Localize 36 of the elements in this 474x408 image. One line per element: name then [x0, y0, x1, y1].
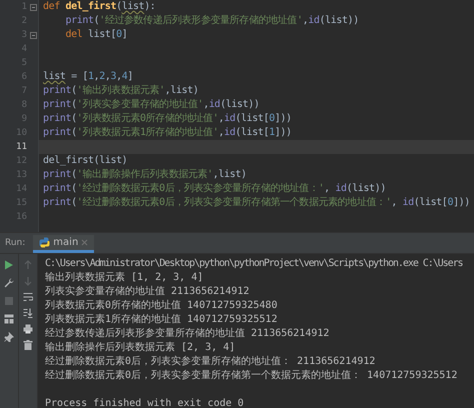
code-line: print('经过删除数据元素0后，列表实参变量所存储的地址值：', id(list)): [42, 182, 387, 196]
code-line: def del_first(list):: [42, 0, 156, 14]
pin-icon[interactable]: [4, 332, 14, 342]
code-line: print('列表数据元素1所存储的地址值',id(list[1])): [42, 126, 293, 140]
code-line: del_first(list): [42, 154, 128, 168]
code-line: print('列表数据元素0所存储的地址值',id(list[0])): [42, 112, 293, 126]
wrap-lines-icon[interactable]: [23, 292, 33, 302]
fold-marker-icon[interactable]: [30, 4, 37, 10]
console-line: 列表数据元素0所存储的地址值 140712759325480: [45, 299, 278, 313]
code-line: print('经过参数传递后列表形参变量所存储的地址值',id(list)): [64, 14, 360, 28]
run-tab[interactable]: main: [33, 235, 94, 253]
code-line: print('输出删除操作后列表数据元素',list): [42, 168, 248, 182]
console-line: 经过参数传递后列表形参变量所存储的地址值 2113656214912: [45, 327, 330, 341]
code-line: del list[0]: [64, 28, 128, 42]
console-line: 列表数据元素1所存储的地址值 140712759325512: [45, 313, 278, 327]
command-line: C:\Users\Administrator\Desktop\python\pythonProject\venv\Scripts\python.exe C:\Users: [45, 257, 464, 271]
console-line: Process finished with exit code 0: [45, 397, 245, 408]
wrench-icon[interactable]: [4, 278, 14, 288]
fold-marker-icon[interactable]: [30, 32, 37, 38]
run-icon[interactable]: [4, 260, 14, 270]
scroll-to-end-icon[interactable]: [23, 308, 33, 318]
trash-icon[interactable]: [23, 340, 33, 350]
code-line: print('列表实参变量存储的地址值',id(list)): [42, 98, 260, 112]
console-line: 输出删除操作后列表数据元素 [2, 3, 4]: [45, 341, 236, 355]
line-number: 11: [15, 142, 28, 152]
code-line: print('输出列表数据元素',list): [42, 84, 200, 98]
print-icon[interactable]: [23, 324, 33, 334]
console-line: 列表实参变量存储的地址值 2113656214912: [45, 285, 250, 299]
run-label: Run:: [4, 238, 26, 250]
console-line: 经过删除数据元素0后，列表实参变量所存储第一个数据元素的地址值： 140712759325512: [45, 369, 458, 383]
console-line: 经过删除数据元素0后，列表实参变量所存储的地址值： 2113656214912: [45, 355, 376, 369]
code-line: print('经过删除数据元素0后，列表实参变量所存储第一个数据元素的地址值：', id(list[0])): [42, 196, 471, 210]
code-line: list = [1,2,3,4]: [42, 70, 134, 84]
console-line: 输出列表数据元素 [1, 2, 3, 4]: [45, 271, 204, 285]
layout-icon[interactable]: [4, 314, 14, 324]
python-icon: [39, 237, 50, 248]
